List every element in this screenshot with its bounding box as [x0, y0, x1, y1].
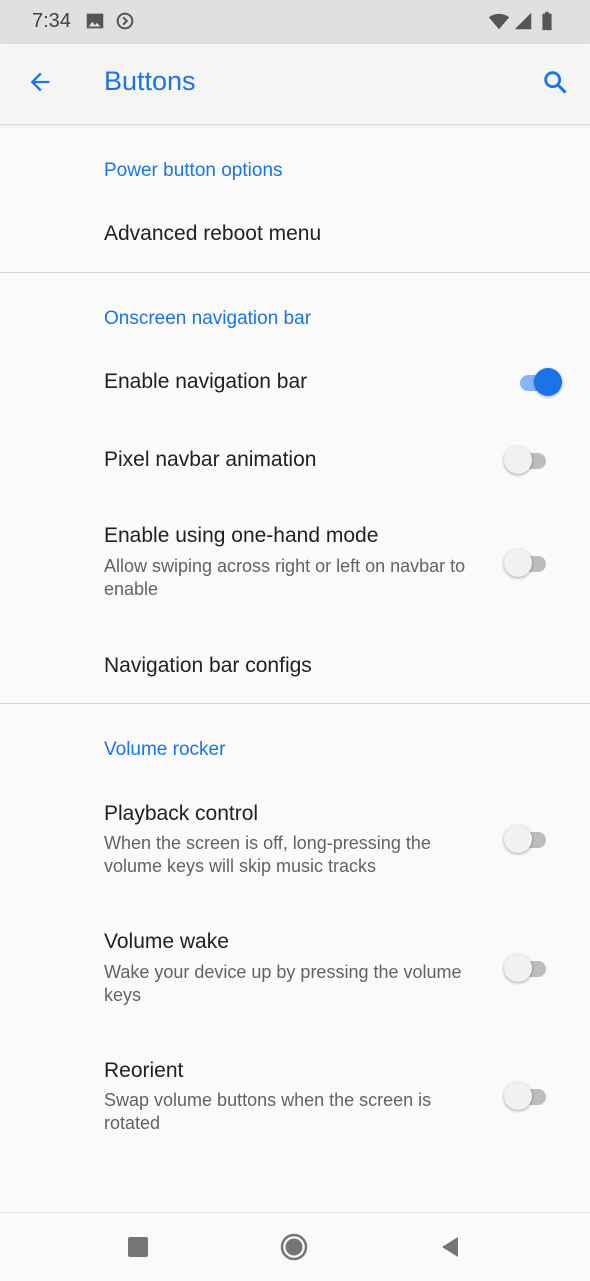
status-time: 7:34 — [32, 10, 71, 32]
enable-navbar-switch[interactable] — [512, 364, 564, 400]
home-button[interactable] — [274, 1229, 314, 1269]
pref-title: Enable navigation bar — [104, 370, 308, 393]
sync-icon — [114, 10, 136, 32]
app-bar: Buttons — [0, 44, 590, 125]
signal-icon — [512, 10, 534, 32]
pref-summary: Allow swiping across right or left on na… — [104, 556, 466, 599]
battery-icon — [536, 10, 558, 32]
pref-advanced-reboot-menu[interactable]: Advanced reboot menu — [0, 196, 590, 272]
search-icon — [541, 68, 569, 101]
image-icon — [84, 10, 106, 32]
pref-navigation-bar-configs[interactable]: Navigation bar configs — [0, 626, 590, 702]
wifi-icon — [488, 10, 510, 32]
pref-summary: Swap volume buttons when the screen is r… — [104, 1090, 432, 1133]
pref-title: Reorient — [104, 1059, 184, 1082]
pref-title: Enable using one-hand mode — [104, 524, 379, 547]
back-nav-button[interactable] — [430, 1229, 470, 1269]
back-icon — [438, 1235, 462, 1264]
recents-button[interactable] — [118, 1229, 158, 1269]
one-hand-mode-switch[interactable] — [504, 545, 556, 581]
pref-pixel-navbar-animation[interactable]: Pixel navbar animation — [0, 420, 590, 500]
recents-icon — [126, 1235, 150, 1264]
pref-summary: Wake your device up by pressing the volu… — [104, 962, 462, 1005]
home-icon — [280, 1233, 308, 1266]
switch-thumb — [504, 549, 532, 577]
search-button[interactable] — [531, 60, 579, 108]
arrow-back-icon — [26, 68, 54, 101]
pref-one-hand-mode[interactable]: Enable using one-hand mode Allow swiping… — [0, 500, 590, 626]
reorient-switch[interactable] — [504, 1078, 556, 1114]
pref-reorient[interactable]: Reorient Swap volume buttons when the sc… — [0, 1030, 590, 1158]
divider — [0, 272, 590, 273]
page-title: Buttons — [104, 66, 196, 96]
pref-title: Pixel navbar animation — [104, 448, 317, 471]
pref-playback-control[interactable]: Playback control When the screen is off,… — [0, 776, 590, 902]
pref-title: Playback control — [104, 802, 259, 825]
pref-summary: When the screen is off, long-pressing th… — [104, 833, 431, 876]
switch-thumb — [504, 825, 532, 853]
playback-control-switch[interactable] — [504, 821, 556, 857]
switch-thumb — [504, 446, 532, 474]
section-header-power: Power button options — [104, 160, 283, 181]
pref-title: Volume wake — [104, 930, 229, 953]
section-header-volume: Volume rocker — [104, 739, 226, 760]
pixel-navbar-animation-switch[interactable] — [504, 442, 556, 478]
status-bar: 7:34 — [0, 0, 590, 44]
switch-thumb — [504, 954, 532, 982]
switch-thumb — [504, 1082, 532, 1110]
pref-enable-navigation-bar[interactable]: Enable navigation bar — [0, 344, 590, 420]
section-header-navbar: Onscreen navigation bar — [104, 308, 312, 329]
back-button[interactable] — [16, 60, 64, 108]
volume-wake-switch[interactable] — [504, 950, 556, 986]
pref-title: Advanced reboot menu — [104, 222, 322, 245]
switch-thumb — [534, 368, 562, 396]
system-nav-bar — [0, 1212, 590, 1281]
pref-volume-wake[interactable]: Volume wake Wake your device up by press… — [0, 902, 590, 1030]
pref-title: Navigation bar configs — [104, 654, 312, 677]
divider — [0, 703, 590, 704]
